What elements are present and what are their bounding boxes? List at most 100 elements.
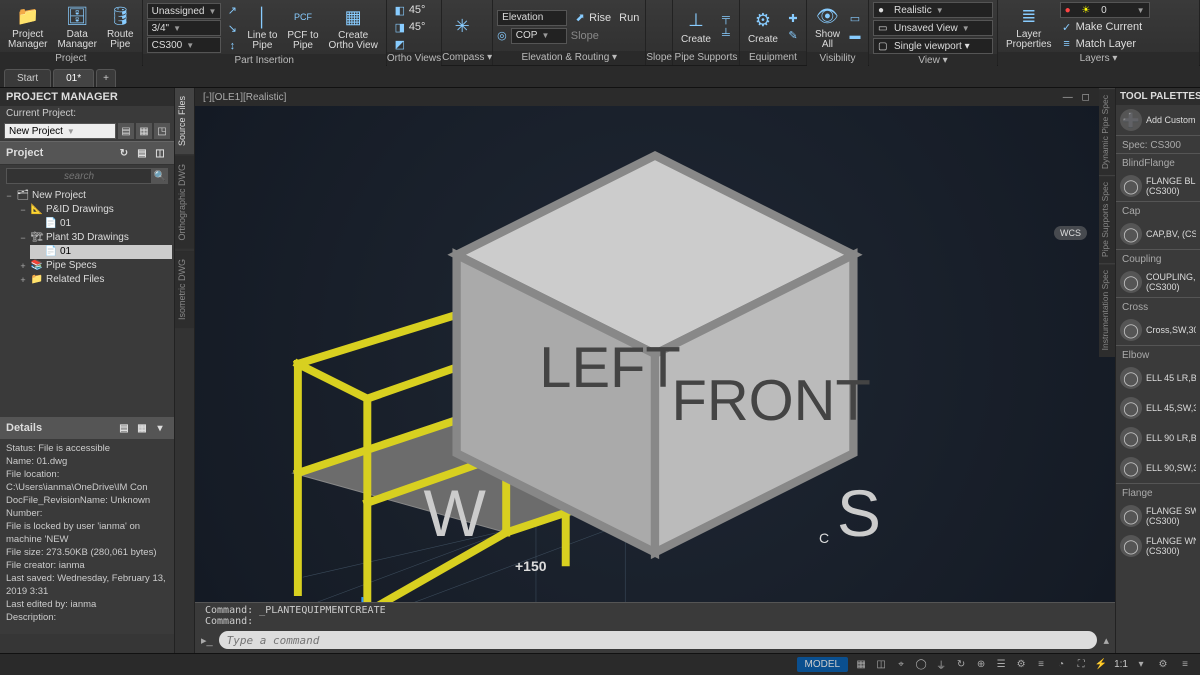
layer-properties-button[interactable]: ≣Layer Properties [1002, 2, 1056, 52]
tp-item[interactable]: ◯CAP,BV, (CS30 [1116, 219, 1200, 249]
status-toggle-icon[interactable]: ☰ [992, 656, 1010, 674]
spec-dropdown[interactable]: CS300▼ [147, 37, 222, 53]
pm-tool-button[interactable]: ▤ [118, 123, 134, 139]
support-small-btn[interactable]: ╤ [717, 10, 735, 26]
file-tab-01[interactable]: 01* [53, 69, 94, 87]
pm-tool-button[interactable]: ◫ [152, 145, 168, 161]
angle-more-button[interactable]: ◩ [391, 36, 428, 52]
equip-small-btn[interactable]: ✚ [784, 10, 802, 26]
vis-small-btn[interactable]: ▭ [846, 11, 864, 27]
tp-item[interactable]: ◯ELL 45 LR,BV, [1116, 363, 1200, 393]
status-toggle-icon[interactable]: ⚡ [1092, 656, 1110, 674]
part-small-btn[interactable]: ↗ [223, 2, 241, 18]
command-expand-icon[interactable]: ▴ [1103, 634, 1109, 647]
create-support-button[interactable]: ⊥Create [677, 2, 715, 51]
panel-title[interactable]: Elevation & Routing ▾ [493, 51, 645, 65]
elevation-dropdown[interactable]: Elevation [497, 10, 567, 26]
search-icon[interactable]: 🔍 [152, 168, 168, 184]
minimize-icon[interactable]: — [1063, 92, 1073, 103]
twisty-icon[interactable]: + [18, 273, 28, 287]
status-toggle-icon[interactable]: ⚙ [1012, 656, 1030, 674]
data-manager-button[interactable]: 🗄Data Manager [53, 2, 100, 52]
tree-node[interactable]: +📚Pipe Specs [16, 259, 172, 273]
status-toggle-icon[interactable]: ◔ [1052, 656, 1070, 674]
rise-button[interactable]: ⬈Rise [571, 10, 613, 26]
line-to-pipe-button[interactable]: │Line to Pipe [243, 2, 281, 54]
details-view-button[interactable]: ▤ [116, 420, 132, 436]
viewport-config-dropdown[interactable]: ▢Single viewport ▾ [873, 38, 993, 54]
twisty-icon[interactable]: − [4, 189, 14, 203]
tree-node[interactable]: −📐P&ID Drawings [16, 203, 172, 217]
route-pipe-button[interactable]: 🛢Route Pipe [103, 2, 138, 52]
match-layer-button[interactable]: ≡Match Layer [1058, 36, 1152, 52]
spec-unassigned-dropdown[interactable]: Unassigned▼ [147, 3, 222, 19]
cop-dropdown[interactable]: COP▼ [511, 28, 567, 44]
tp-item[interactable]: ◯ELL 45,SW,300 [1116, 393, 1200, 423]
part-small-btn[interactable]: ↕ [223, 38, 241, 54]
viewport-label[interactable]: [-][OLE1][Realistic] [203, 92, 286, 103]
layer-dropdown[interactable]: ● ☀ 0▼ [1060, 2, 1150, 18]
status-toggle-icon[interactable]: ↻ [952, 656, 970, 674]
status-toggle-icon[interactable]: ▦ [852, 656, 870, 674]
add-custom-part-button[interactable]: ➕Add Custom P [1116, 105, 1200, 135]
create-equipment-button[interactable]: ⚙Create [744, 2, 782, 51]
pm-refresh-button[interactable]: ↻ [116, 145, 132, 161]
status-menu-icon[interactable]: ▾ [1132, 656, 1150, 674]
tp-item[interactable]: ◯FLANGE SW,FI(CS300) [1116, 501, 1200, 531]
tree-node[interactable]: 📄01 [30, 217, 172, 231]
side-tab-iso[interactable]: Isometric DWG [175, 251, 194, 328]
settings-icon[interactable]: ⚙ [1154, 656, 1172, 674]
status-toggle-icon[interactable]: ≡ [1032, 656, 1050, 674]
tp-tab-instrument[interactable]: Instrumentation Spec [1099, 263, 1115, 356]
maximize-icon[interactable]: ◻ [1082, 92, 1090, 103]
details-collapse-button[interactable]: ▾ [152, 420, 168, 436]
panel-title[interactable]: View ▾ [869, 54, 997, 68]
vis-small-btn[interactable]: ▬ [846, 28, 864, 44]
tree-node[interactable]: +📁Related Files [16, 273, 172, 287]
tree-node[interactable]: 📄01 [30, 245, 172, 259]
side-tab-source[interactable]: Source Files [175, 88, 194, 154]
details-view-button[interactable]: ▦ [134, 420, 150, 436]
project-manager-button[interactable]: 📁Project Manager [4, 2, 51, 52]
part-small-btn[interactable]: ↘ [223, 20, 241, 36]
compass-button[interactable]: ✳ [446, 2, 478, 51]
status-toggle-icon[interactable]: ⌖ [892, 656, 910, 674]
tp-item[interactable]: ◯COUPLING,SW(CS300) [1116, 267, 1200, 297]
create-ortho-button[interactable]: ▦Create Ortho View [325, 2, 382, 54]
command-input[interactable] [227, 634, 1090, 647]
status-toggle-icon[interactable]: ◫ [872, 656, 890, 674]
model-viewport[interactable]: +300 +150 A B C 1 2 LEFT FRONT W S WCS [195, 106, 1115, 602]
new-tab-button[interactable]: + [96, 69, 116, 87]
viewcube[interactable]: LEFT FRONT W S [195, 106, 1115, 602]
pm-tool-button[interactable]: ▤ [134, 145, 150, 161]
side-tab-ortho[interactable]: Orthographic DWG [175, 156, 194, 249]
pm-tool-button[interactable]: ▦ [136, 123, 152, 139]
status-menu-icon[interactable]: ≡ [1176, 656, 1194, 674]
equip-small-btn[interactable]: ✎ [784, 27, 802, 43]
project-section-header[interactable]: Project ↻ ▤ ◫ [0, 141, 174, 165]
pcf-to-pipe-button[interactable]: PCFPCF to Pipe [283, 2, 322, 54]
current-project-dropdown[interactable]: New Project▼ [4, 123, 116, 139]
visual-style-dropdown[interactable]: ●Realistic▼ [873, 2, 993, 18]
command-icon[interactable]: ▸_ [201, 634, 213, 647]
run-button[interactable]: Run [617, 10, 641, 26]
tree-node[interactable]: −🏗Plant 3D Drawings [16, 231, 172, 245]
status-toggle-icon[interactable]: ⛶ [1072, 656, 1090, 674]
tree-node[interactable]: −🗂New Project [2, 189, 172, 203]
show-all-button[interactable]: 👁Show All [811, 2, 844, 52]
twisty-icon[interactable]: − [18, 231, 28, 245]
panel-title[interactable]: Layers ▾ [998, 52, 1199, 66]
tp-item[interactable]: ◯ELL 90 LR,BV, [1116, 423, 1200, 453]
saved-view-dropdown[interactable]: ▭Unsaved View▼ [873, 20, 993, 36]
twisty-icon[interactable]: + [18, 259, 28, 273]
wcs-badge[interactable]: WCS [1054, 226, 1087, 240]
tp-item[interactable]: ◯FLANGE WN,F(CS300) [1116, 531, 1200, 561]
tp-item[interactable]: ◯Cross,SW,300 [1116, 315, 1200, 345]
status-toggle-icon[interactable]: ◯ [912, 656, 930, 674]
tp-item[interactable]: ◯FLANGE BLIND(CS300) [1116, 171, 1200, 201]
support-small-btn[interactable]: ╧ [717, 27, 735, 43]
angle-45-button[interactable]: ◧45° [391, 2, 428, 18]
twisty-icon[interactable]: − [18, 203, 28, 217]
size-dropdown[interactable]: 3/4"▼ [147, 20, 222, 36]
angle-45b-button[interactable]: ◨45° [391, 19, 428, 35]
